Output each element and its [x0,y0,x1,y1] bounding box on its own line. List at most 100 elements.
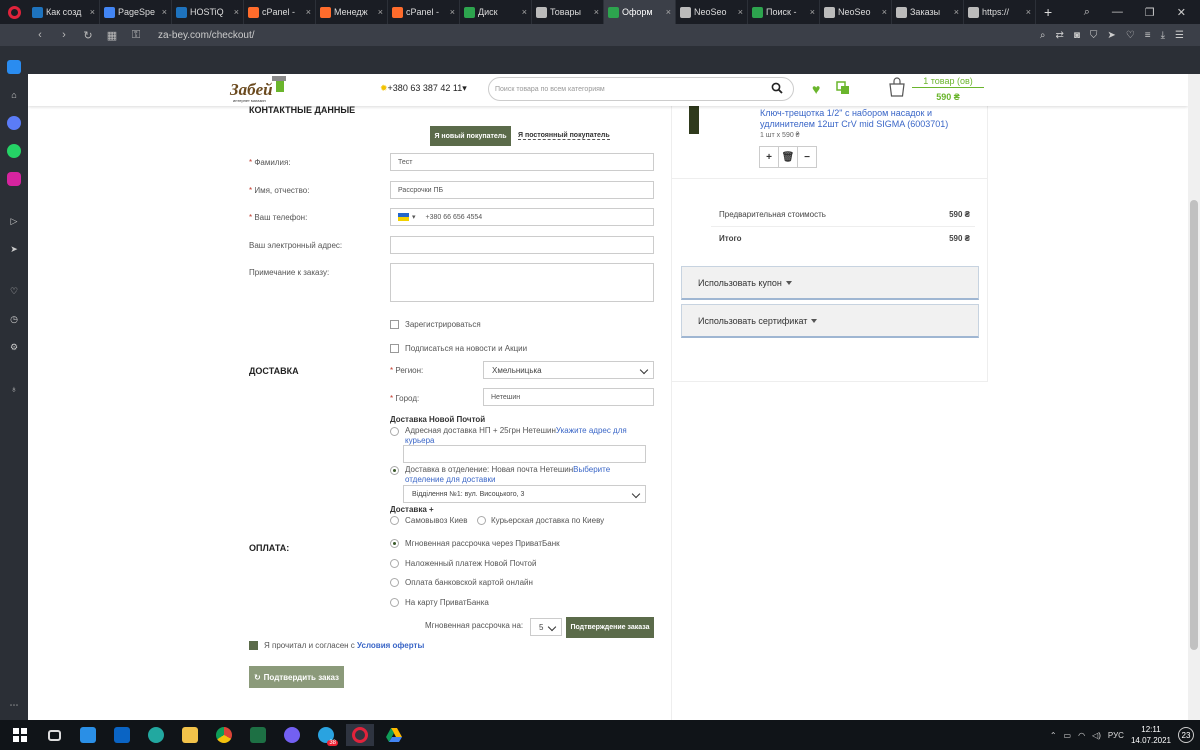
back-icon[interactable]: ‹ [28,29,52,41]
courier-kyiv-radio[interactable] [477,516,486,525]
workspace-icon[interactable] [7,60,21,74]
notifications-badge[interactable]: 23 [1178,727,1194,743]
tab-close-icon[interactable]: × [1026,7,1031,17]
new-tab-button[interactable]: + [1036,4,1060,20]
tab-close-icon[interactable]: × [738,7,743,17]
tab-close-icon[interactable]: × [666,7,671,17]
np-branch-radio[interactable] [390,466,399,475]
tab-close-icon[interactable]: × [162,7,167,17]
excel-icon[interactable] [244,724,272,746]
start-windows-icon[interactable] [6,724,34,746]
browser-tab[interactable]: Как созд × [28,0,100,24]
search-input[interactable]: Поиск товара по всем категориям [488,77,794,101]
site-logo[interactable]: Забей интернет магазин [228,74,308,104]
telegram-icon[interactable]: 38 [312,724,340,746]
tips-icon[interactable]: ♁ [7,382,21,396]
wishlist-heart-icon[interactable]: ♥ [812,81,820,97]
installment-select[interactable]: 5 [530,618,562,636]
opera-menu-icon[interactable] [0,0,28,24]
cart-icon[interactable] [888,77,906,97]
np-address-radio[interactable] [390,427,399,436]
browser-tab[interactable]: Поиск - × [748,0,820,24]
product-image[interactable] [689,104,699,134]
close-window-button[interactable]: ✕ [1177,6,1186,19]
offer-terms-link[interactable]: Условия оферты [357,641,424,650]
phone-input[interactable]: ▾ +380 66 656 4554 [390,208,654,226]
tab-close-icon[interactable]: × [954,7,959,17]
opera-taskbar-icon[interactable] [346,724,374,746]
camera-icon[interactable]: ◙ [1074,30,1080,41]
payment-radio[interactable] [390,578,399,587]
browser-tab[interactable]: cPanel - × [388,0,460,24]
menu-icon[interactable]: ≡ [1145,30,1151,41]
search-tabs-icon[interactable]: ⌕ [1084,6,1090,19]
wifi-icon[interactable]: ◠ [1078,731,1085,740]
tiles-icon[interactable]: ▦ [100,29,124,42]
minimize-button[interactable]: — [1112,6,1123,19]
browser-tab[interactable]: Оформ × [604,0,676,24]
browser-tab[interactable]: NeoSeo × [676,0,748,24]
pickup-radio[interactable] [390,516,399,525]
page-scrollbar[interactable] [1188,74,1200,720]
shield-icon[interactable]: ⛉ [1090,30,1098,41]
cart-count-link[interactable]: 1 товар (ов) [912,76,984,88]
bookmark-heart-icon[interactable]: ♡ [1126,30,1135,41]
coupon-toggle[interactable]: Использовать купон [681,266,979,300]
more-icon[interactable]: ⋯ [7,698,21,712]
home-icon[interactable]: ⌂ [7,88,21,102]
reload-icon[interactable]: ↻ [76,29,100,42]
submit-order-button[interactable]: ↻ Подтвердить заказ [249,666,344,688]
confirm-installment-button[interactable]: Подтверждение заказа [566,617,654,638]
browser-tab[interactable]: Менедж × [316,0,388,24]
browser-tab[interactable]: NeoSeo × [820,0,892,24]
compare-icon[interactable] [836,81,850,95]
email-input[interactable] [390,236,654,254]
file-explorer-icon[interactable] [176,724,204,746]
courier-address-input[interactable] [403,445,646,463]
restore-button[interactable]: ❐ [1145,6,1155,19]
flag-dropdown-icon[interactable]: ▾ [412,213,416,221]
send-icon[interactable]: ➤ [1107,30,1115,41]
clock[interactable]: 12:11 14.07.2021 [1131,724,1171,746]
search-icon[interactable] [771,82,783,94]
tab-close-icon[interactable]: × [594,7,599,17]
trash-icon[interactable]: 🗑 [779,147,798,167]
tray-chevron-icon[interactable]: ⌃ [1050,731,1057,740]
player-icon[interactable]: ▷ [7,214,21,228]
bookmarks-icon[interactable]: ♡ [7,284,21,298]
viber-icon[interactable] [278,724,306,746]
tab-close-icon[interactable]: × [810,7,815,17]
payment-radio[interactable] [390,558,399,568]
comment-textarea[interactable] [390,263,654,302]
instagram-icon[interactable] [7,172,21,186]
scrollbar-thumb[interactable] [1190,200,1198,650]
browser-tab[interactable]: Диск × [460,0,532,24]
plus-button[interactable]: + [760,147,779,167]
tab-close-icon[interactable]: × [306,7,311,17]
tab-regular-customer[interactable]: Я постоянный покупатель [518,132,610,140]
vscode-icon[interactable] [74,724,102,746]
name-input[interactable]: Рассрочки ПБ [390,181,654,199]
tab-close-icon[interactable]: × [450,7,455,17]
security-icon[interactable]: ⚿ [124,29,148,42]
search-icon[interactable]: ⌕ [1040,30,1046,41]
payment-radio[interactable] [390,597,399,607]
outlook-icon[interactable] [108,724,136,746]
browser-tab[interactable]: HOSTiQ × [172,0,244,24]
messenger-icon[interactable] [7,116,21,130]
ukraine-flag-icon[interactable] [398,213,409,221]
browser-tab[interactable]: cPanel - × [244,0,316,24]
settings-icon[interactable]: ⚙ [7,340,21,354]
browser-tab[interactable]: PageSpe × [100,0,172,24]
google-drive-icon[interactable] [380,724,408,746]
browser-tab[interactable]: Заказы × [892,0,964,24]
volume-icon[interactable]: ◁) [1092,731,1101,740]
register-checkbox[interactable] [390,320,399,329]
task-view-icon[interactable] [40,724,68,746]
download-icon[interactable]: ⤓ [1161,30,1165,41]
edge-icon[interactable] [142,724,170,746]
translate-icon[interactable]: ⇄ [1055,30,1063,41]
history-icon[interactable]: ◷ [7,312,21,326]
subscribe-checkbox[interactable] [390,344,399,353]
branch-select[interactable]: Відділення №1: вул. Висоцького, 3 [403,485,646,503]
